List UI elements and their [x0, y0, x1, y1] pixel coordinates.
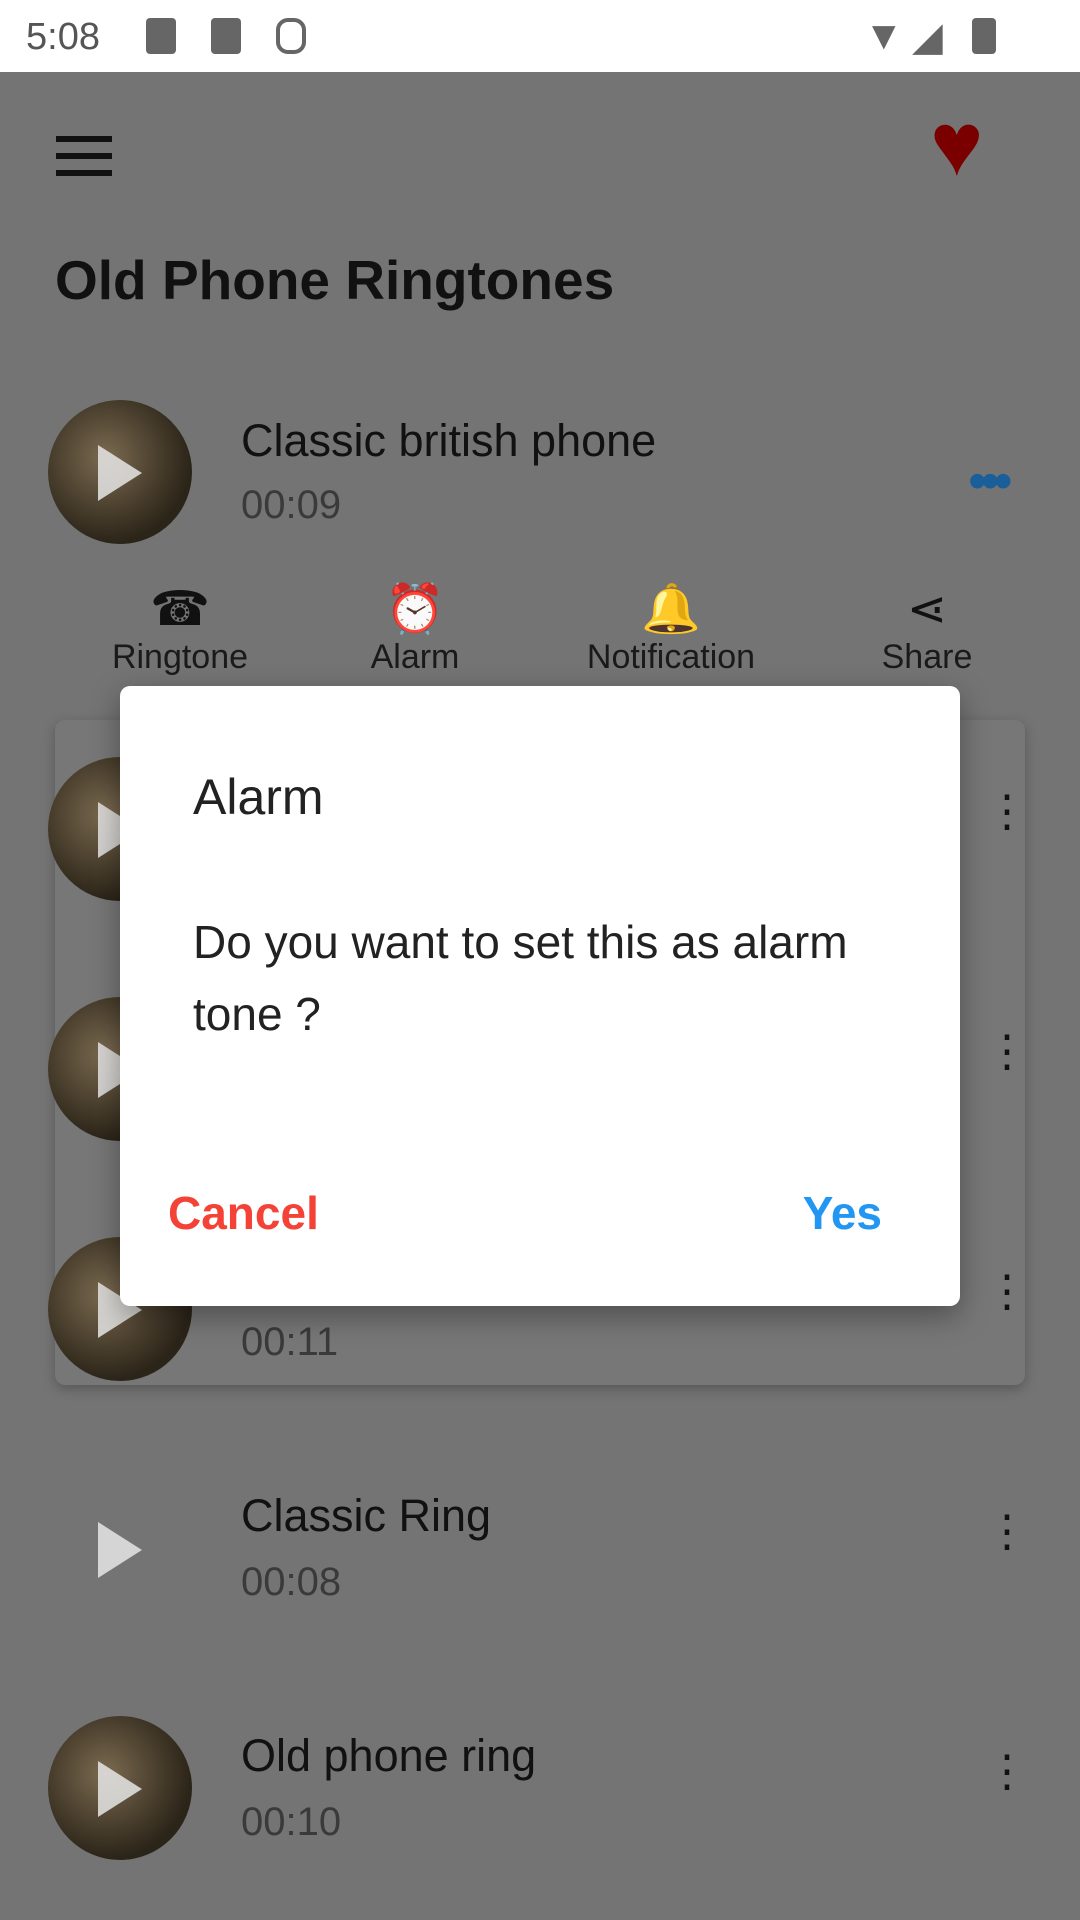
favorites-heart-icon[interactable]: ♥: [930, 100, 983, 190]
more-vertical-icon[interactable]: ⋮: [985, 1750, 1029, 1794]
more-vertical-icon[interactable]: ⋮: [985, 1030, 1029, 1074]
sd-card-icon: [211, 18, 241, 54]
alarm-clock-icon: ⏰: [385, 583, 445, 636]
more-vertical-icon[interactable]: ⋮: [985, 1270, 1029, 1314]
alarm-confirm-dialog: Alarm Do you want to set this as alarm t…: [120, 686, 960, 1306]
dialog-message: Do you want to set this as alarm tone ?: [193, 916, 848, 1040]
more-horizontal-icon[interactable]: •••: [968, 450, 1013, 512]
more-vertical-icon[interactable]: ⋮: [985, 790, 1029, 834]
thumbnail-play-button[interactable]: [48, 400, 192, 544]
play-icon: [98, 1522, 142, 1578]
cancel-button[interactable]: Cancel: [168, 1186, 319, 1240]
dialog-title: Alarm: [193, 769, 324, 825]
ringtone-phone-icon: ☎: [150, 583, 210, 636]
play-icon: [98, 1761, 142, 1817]
thumbnail-play-button[interactable]: [48, 1477, 192, 1621]
notification-bell-icon: 🔔: [641, 583, 701, 636]
action-label: Alarm: [370, 638, 460, 676]
action-notification[interactable]: 🔔 Notification: [571, 582, 771, 677]
yes-button[interactable]: Yes: [803, 1186, 882, 1240]
item-title: Classic british phone: [241, 415, 657, 466]
menu-icon[interactable]: [56, 136, 112, 176]
page-title: Old Phone Ringtones: [55, 249, 615, 311]
thumbnail-play-button[interactable]: [48, 1716, 192, 1860]
action-ringtone[interactable]: ☎ Ringtone: [80, 582, 280, 677]
action-share[interactable]: ⋖ Share: [827, 582, 1027, 677]
item-duration: 00:10: [241, 1800, 342, 1844]
signal-icon: ◢: [912, 15, 943, 59]
item-duration: 00:11: [241, 1320, 339, 1364]
item-title: Classic Ring: [241, 1490, 492, 1541]
status-bar: 5:08 ▼ ◢: [0, 0, 1080, 72]
action-alarm[interactable]: ⏰ Alarm: [315, 582, 515, 677]
action-label: Share: [881, 638, 973, 676]
item-duration: 00:09: [241, 483, 342, 527]
share-icon: ⋖: [906, 583, 948, 636]
status-time: 5:08: [26, 16, 100, 58]
item-title: Old phone ring: [241, 1730, 537, 1781]
keyboard-notification-icon: [146, 18, 176, 54]
item-duration: 00:08: [241, 1560, 342, 1604]
action-label: Notification: [586, 638, 756, 676]
action-label: Ringtone: [111, 638, 249, 676]
play-icon: [98, 445, 142, 501]
battery-icon: [972, 18, 996, 54]
wifi-icon: ▼: [864, 14, 904, 58]
android-debug-icon: [276, 18, 306, 54]
more-vertical-icon[interactable]: ⋮: [985, 1510, 1029, 1554]
